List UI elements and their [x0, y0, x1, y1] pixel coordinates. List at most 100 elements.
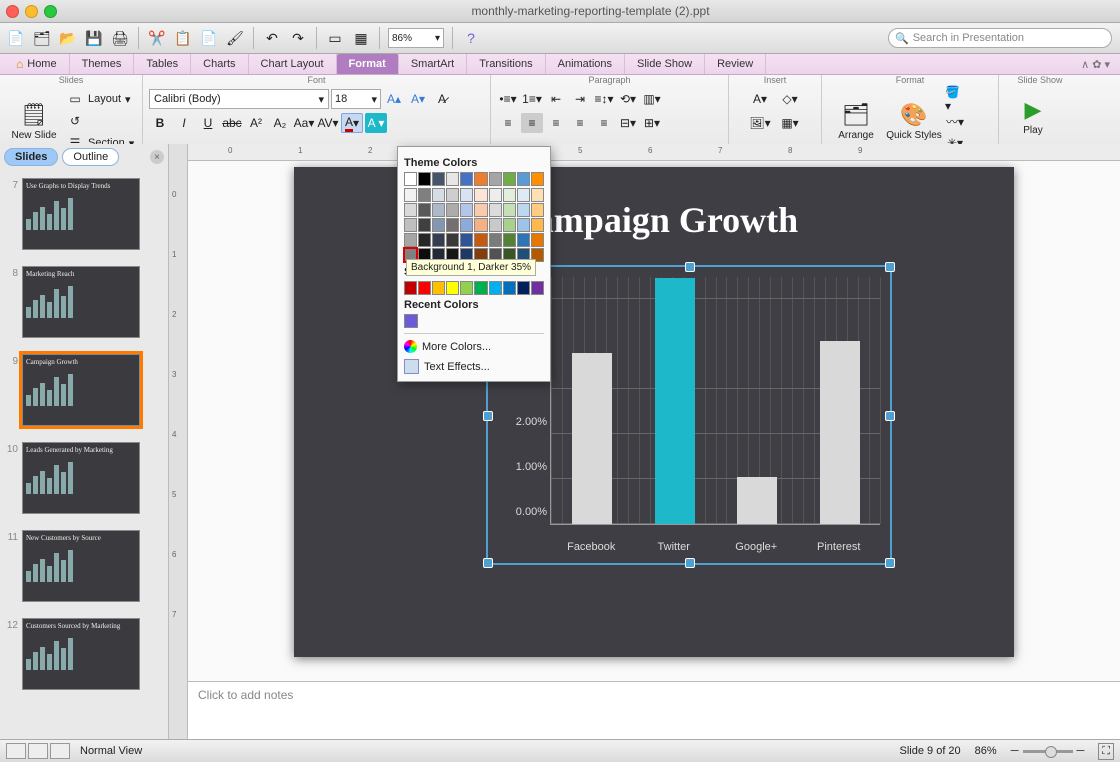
justify-button[interactable]: ≡	[569, 113, 591, 133]
color-swatch[interactable]	[531, 172, 544, 186]
underline-button[interactable]: U	[197, 113, 219, 133]
align-vert-button[interactable]: ⊟▾	[617, 113, 639, 133]
color-swatch[interactable]	[489, 281, 502, 295]
panel-tab-outline[interactable]: Outline	[62, 148, 119, 166]
help-icon[interactable]: ?	[461, 28, 481, 48]
color-swatch[interactable]	[489, 203, 502, 217]
bullets-button[interactable]: •≡▾	[497, 89, 519, 109]
shrink-font-icon[interactable]: A▾	[407, 89, 429, 109]
color-swatch[interactable]	[446, 188, 459, 202]
open-icon[interactable]: 📂	[58, 28, 78, 48]
color-swatch[interactable]	[404, 218, 417, 232]
color-swatch[interactable]	[432, 218, 445, 232]
font-name-select[interactable]: Calibri (Body)▾	[149, 89, 329, 109]
slides-icon[interactable]: ▭	[325, 28, 345, 48]
notes-pane[interactable]: Click to add notes	[188, 681, 1120, 740]
format-painter-icon[interactable]: 🖌	[225, 28, 245, 48]
color-swatch[interactable]	[531, 203, 544, 217]
color-swatch[interactable]	[531, 233, 544, 247]
smartart-convert-button[interactable]: ⊞▾	[641, 113, 663, 133]
color-swatch[interactable]	[460, 218, 473, 232]
color-swatch[interactable]	[404, 281, 417, 295]
grow-font-icon[interactable]: A▴	[383, 89, 405, 109]
text-effects-button[interactable]: Text Effects...	[404, 356, 544, 377]
color-swatch[interactable]	[517, 203, 530, 217]
color-swatch[interactable]	[418, 188, 431, 202]
play-button[interactable]: ▶Play	[1005, 89, 1061, 143]
italic-button[interactable]: I	[173, 113, 195, 133]
thumbnail[interactable]: 7Use Graphs to Display Trends	[0, 174, 168, 262]
color-swatch[interactable]	[460, 172, 473, 186]
reset-button[interactable]: ↺	[64, 111, 86, 131]
new-doc-icon[interactable]: 📄	[6, 28, 26, 48]
chart-bar[interactable]	[655, 278, 695, 524]
color-swatch[interactable]	[432, 172, 445, 186]
shapes-button[interactable]: ◇▾	[776, 89, 804, 109]
color-swatch[interactable]	[432, 233, 445, 247]
tab-chart-layout[interactable]: Chart Layout	[249, 54, 337, 74]
zoom-window-icon[interactable]	[44, 5, 57, 18]
chart-bar[interactable]	[737, 477, 777, 524]
text-box-button[interactable]: A▾	[746, 89, 774, 109]
sorter-icon[interactable]: ▦	[351, 28, 371, 48]
quick-styles-button[interactable]: 🎨Quick Styles	[886, 94, 942, 148]
superscript-button[interactable]: A²	[245, 113, 267, 133]
save-icon[interactable]: 💾	[84, 28, 104, 48]
tab-home[interactable]: Home	[4, 54, 70, 74]
tab-transitions[interactable]: Transitions	[467, 54, 545, 74]
paste-icon[interactable]: 📄	[199, 28, 219, 48]
color-swatch[interactable]	[489, 233, 502, 247]
tab-animations[interactable]: Animations	[546, 54, 625, 74]
clear-format-icon[interactable]: A̷	[431, 89, 453, 109]
color-swatch[interactable]	[446, 281, 459, 295]
color-swatch[interactable]	[489, 218, 502, 232]
color-swatch[interactable]	[404, 188, 417, 202]
chart-bar[interactable]	[820, 341, 860, 524]
minimize-window-icon[interactable]	[25, 5, 38, 18]
color-swatch[interactable]	[531, 188, 544, 202]
bold-button[interactable]: B	[149, 113, 171, 133]
panel-tab-slides[interactable]: Slides	[4, 148, 58, 166]
color-swatch[interactable]	[503, 218, 516, 232]
arrange-button[interactable]: 🗂Arrange	[828, 94, 884, 148]
color-swatch[interactable]	[418, 281, 431, 295]
color-swatch[interactable]	[474, 233, 487, 247]
chart-bar[interactable]	[572, 353, 612, 524]
color-swatch[interactable]	[503, 281, 516, 295]
color-swatch[interactable]	[517, 281, 530, 295]
color-swatch[interactable]	[474, 172, 487, 186]
align-left-button[interactable]: ≡	[497, 113, 519, 133]
color-swatch[interactable]	[474, 188, 487, 202]
thumbnail[interactable]: 9Campaign Growth	[0, 350, 168, 438]
color-swatch[interactable]	[474, 218, 487, 232]
color-swatch[interactable]	[531, 218, 544, 232]
color-swatch[interactable]	[531, 281, 544, 295]
shape-outline-button[interactable]: 〰▾	[944, 111, 966, 131]
zoom-slider[interactable]: ──	[1011, 745, 1085, 757]
tab-themes[interactable]: Themes	[70, 54, 135, 74]
thumbnail[interactable]: 11New Customers by Source	[0, 526, 168, 614]
color-swatch[interactable]	[418, 172, 431, 186]
tab-review[interactable]: Review	[705, 54, 766, 74]
distribute-button[interactable]: ≡	[593, 113, 615, 133]
thumbnail[interactable]: 10Leads Generated by Marketing	[0, 438, 168, 526]
strike-button[interactable]: abc	[221, 113, 243, 133]
columns-button[interactable]: ▥▾	[641, 89, 663, 109]
color-swatch[interactable]	[446, 172, 459, 186]
line-spacing-button[interactable]: ≡↕▾	[593, 89, 615, 109]
color-swatch[interactable]	[404, 314, 418, 328]
color-swatch[interactable]	[418, 203, 431, 217]
font-color-button[interactable]: A ▾	[341, 113, 363, 133]
align-center-button[interactable]: ≡	[521, 113, 543, 133]
color-swatch[interactable]	[517, 172, 530, 186]
color-swatch[interactable]	[404, 233, 417, 247]
tab-smartart[interactable]: SmartArt	[399, 54, 467, 74]
text-direction-button[interactable]: ⟲▾	[617, 89, 639, 109]
char-spacing-button[interactable]: AV▾	[317, 113, 339, 133]
shape-fill-button[interactable]: 🪣▾	[944, 89, 966, 109]
indent-button[interactable]: ⇥	[569, 89, 591, 109]
color-swatch[interactable]	[517, 188, 530, 202]
search-input[interactable]: 🔍 Search in Presentation	[888, 28, 1112, 48]
color-swatch[interactable]	[432, 203, 445, 217]
cut-icon[interactable]: ✂️	[147, 28, 167, 48]
